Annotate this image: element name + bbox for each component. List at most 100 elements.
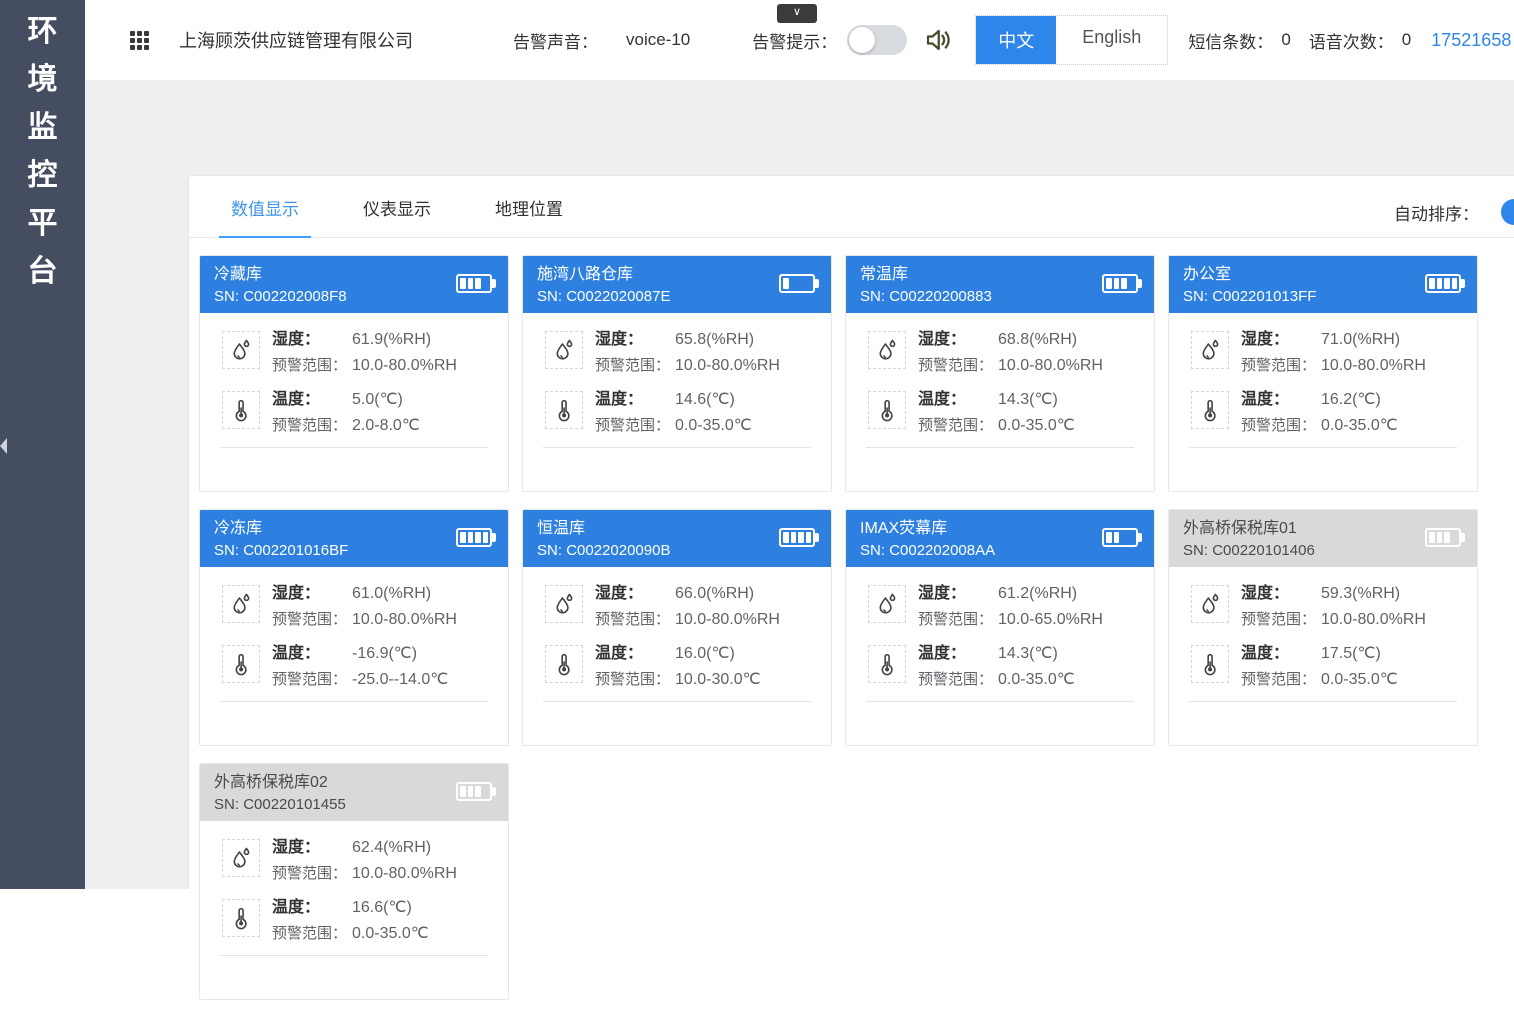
sensor-card[interactable]: IMAX荧幕库 SN: C002202008AA 湿度： 61.2(%RH) xyxy=(845,509,1155,746)
humidity-label: 湿度： xyxy=(1241,327,1321,353)
humidity-row: 湿度： 68.8(%RH) 预警范围： 10.0-80.0%RH xyxy=(846,327,1154,379)
temperature-range-label: 预警范围： xyxy=(272,413,352,439)
temperature-range-value: 0.0-35.0℃ xyxy=(675,413,821,439)
humidity-text: 湿度： 62.4(%RH) 预警范围： 10.0-80.0%RH xyxy=(272,835,508,887)
humidity-text: 湿度： 59.3(%RH) 预警范围： 10.0-80.0%RH xyxy=(1241,581,1477,633)
phone-number-link[interactable]: 17521658 xyxy=(1431,30,1511,51)
temperature-icon xyxy=(222,899,260,937)
tabs-bar: 数值显示 仪表显示 地理位置 自动排序： xyxy=(189,176,1514,238)
card-body: 湿度： 61.9(%RH) 预警范围： 10.0-80.0%RH xyxy=(200,313,508,448)
sensor-card[interactable]: 外高桥保税库02 SN: C00220101455 湿度： 62.4(%RH) xyxy=(199,763,509,1000)
tab-geo-location[interactable]: 地理位置 xyxy=(483,195,575,237)
collapse-chevron-button[interactable]: ∨ xyxy=(777,4,817,23)
sensor-card[interactable]: 常温库 SN: C00220200883 湿度： 68.8(%RH) xyxy=(845,255,1155,492)
humidity-icon xyxy=(1191,331,1229,369)
card-divider xyxy=(1189,701,1457,702)
humidity-range-value: 10.0-80.0%RH xyxy=(675,353,821,379)
humidity-text: 湿度： 61.2(%RH) 预警范围： 10.0-65.0%RH xyxy=(918,581,1154,633)
sidebar-collapse-handle[interactable] xyxy=(0,438,7,454)
humidity-label: 湿度： xyxy=(1241,581,1321,607)
voice-count-label: 语音次数： xyxy=(1309,28,1394,53)
topbar: 上海顾茨供应链管理有限公司 告警声音： voice-10 ∨ 告警提示： 中文 … xyxy=(85,0,1514,80)
temperature-range-value: 0.0-35.0℃ xyxy=(998,413,1144,439)
humidity-text: 湿度： 61.9(%RH) 预警范围： 10.0-80.0%RH xyxy=(272,327,508,379)
alarm-sound-select[interactable]: voice-10 xyxy=(626,30,690,50)
temperature-range-label: 预警范围： xyxy=(272,667,352,693)
humidity-range-label: 预警范围： xyxy=(595,353,675,379)
humidity-range-label: 预警范围： xyxy=(918,607,998,633)
sensor-card[interactable]: 冷藏库 SN: C002202008F8 湿度： 61.9(%RH) xyxy=(199,255,509,492)
sidebar-title-char: 控 xyxy=(0,160,85,192)
card-sn: SN: C0022020087E xyxy=(537,286,817,308)
tab-numeric-display[interactable]: 数值显示 xyxy=(219,195,311,237)
card-header: 冷冻库 SN: C002201016BF xyxy=(200,510,508,567)
temperature-range-value: -25.0--14.0℃ xyxy=(352,667,498,693)
temperature-row: 温度： -16.9(℃) 预警范围： -25.0--14.0℃ xyxy=(200,641,508,693)
temperature-range-value: 10.0-30.0℃ xyxy=(675,667,821,693)
card-divider xyxy=(220,701,488,702)
temperature-range-label: 预警范围： xyxy=(595,413,675,439)
language-switch: 中文 English xyxy=(975,15,1168,65)
sensor-card[interactable]: 办公室 SN: C002201013FF 湿度： 71.0(%RH) xyxy=(1168,255,1478,492)
temperature-row: 温度： 14.3(℃) 预警范围： 0.0-35.0℃ xyxy=(846,641,1154,693)
humidity-range-value: 10.0-80.0%RH xyxy=(352,353,498,379)
temperature-label: 温度： xyxy=(595,387,675,413)
temperature-range-value: 2.0-8.0℃ xyxy=(352,413,498,439)
humidity-value: 61.0(%RH) xyxy=(352,581,498,607)
apps-menu-icon[interactable] xyxy=(130,31,149,50)
temperature-range-value: 0.0-35.0℃ xyxy=(998,667,1144,693)
lang-en-button[interactable]: English xyxy=(1056,16,1167,64)
humidity-text: 湿度： 71.0(%RH) 预警范围： 10.0-80.0%RH xyxy=(1241,327,1477,379)
sensor-card[interactable]: 恒温库 SN: C0022020090B 湿度： 66.0(%RH) xyxy=(522,509,832,746)
temperature-range-value: 0.0-35.0℃ xyxy=(1321,667,1467,693)
card-header: 外高桥保税库02 SN: C00220101455 xyxy=(200,764,508,821)
card-divider xyxy=(220,955,488,956)
temperature-value: 14.3(℃) xyxy=(998,641,1144,667)
humidity-value: 59.3(%RH) xyxy=(1321,581,1467,607)
auto-sort-toggle[interactable] xyxy=(1501,199,1514,225)
temperature-range-label: 预警范围： xyxy=(918,413,998,439)
temperature-value: 16.6(℃) xyxy=(352,895,498,921)
card-header: 外高桥保税库01 SN: C00220101406 xyxy=(1169,510,1477,567)
humidity-label: 湿度： xyxy=(272,581,352,607)
sensor-card[interactable]: 施湾八路仓库 SN: C0022020087E 湿度： 65.8(%RH) xyxy=(522,255,832,492)
card-divider xyxy=(543,701,811,702)
card-divider xyxy=(866,447,1134,448)
card-sn: SN: C00220200883 xyxy=(860,286,1140,308)
humidity-range-label: 预警范围： xyxy=(1241,607,1321,633)
sensor-card[interactable]: 外高桥保税库01 SN: C00220101406 湿度： 59.3(%RH) xyxy=(1168,509,1478,746)
speaker-icon[interactable] xyxy=(923,25,953,55)
humidity-range-label: 预警范围： xyxy=(272,607,352,633)
content-panel: 数值显示 仪表显示 地理位置 自动排序： 冷藏库 SN: C002202008F… xyxy=(188,175,1514,889)
tab-gauge-display[interactable]: 仪表显示 xyxy=(351,195,443,237)
card-body: 湿度： 65.8(%RH) 预警范围： 10.0-80.0%RH xyxy=(523,313,831,448)
sms-count-label: 短信条数： xyxy=(1188,28,1273,53)
temperature-text: 温度： 14.6(℃) 预警范围： 0.0-35.0℃ xyxy=(595,387,831,439)
card-sn: SN: C002202008F8 xyxy=(214,286,494,308)
humidity-range-value: 10.0-80.0%RH xyxy=(352,607,498,633)
card-divider xyxy=(866,701,1134,702)
temperature-label: 温度： xyxy=(918,641,998,667)
humidity-value: 71.0(%RH) xyxy=(1321,327,1467,353)
temperature-range-label: 预警范围： xyxy=(1241,667,1321,693)
card-sn: SN: C00220101406 xyxy=(1183,540,1463,562)
humidity-range-value: 10.0-65.0%RH xyxy=(998,607,1144,633)
humidity-value: 62.4(%RH) xyxy=(352,835,498,861)
temperature-label: 温度： xyxy=(272,895,352,921)
sensor-card[interactable]: 冷冻库 SN: C002201016BF 湿度： 61.0(%RH) xyxy=(199,509,509,746)
temperature-row: 温度： 16.6(℃) 预警范围： 0.0-35.0℃ xyxy=(200,895,508,947)
lang-zh-button[interactable]: 中文 xyxy=(976,16,1056,64)
temperature-label: 温度： xyxy=(918,387,998,413)
temperature-icon xyxy=(1191,645,1229,683)
humidity-row: 湿度： 59.3(%RH) 预警范围： 10.0-80.0%RH xyxy=(1169,581,1477,633)
card-header: 常温库 SN: C00220200883 xyxy=(846,256,1154,313)
temperature-row: 温度： 16.2(℃) 预警范围： 0.0-35.0℃ xyxy=(1169,387,1477,439)
card-title: 冷藏库 xyxy=(214,263,494,286)
humidity-label: 湿度： xyxy=(595,581,675,607)
temperature-text: 温度： 16.6(℃) 预警范围： 0.0-35.0℃ xyxy=(272,895,508,947)
alarm-tip-toggle[interactable] xyxy=(847,25,907,55)
humidity-icon xyxy=(545,585,583,623)
humidity-row: 湿度： 66.0(%RH) 预警范围： 10.0-80.0%RH xyxy=(523,581,831,633)
humidity-value: 68.8(%RH) xyxy=(998,327,1144,353)
card-body: 湿度： 61.2(%RH) 预警范围： 10.0-65.0%RH xyxy=(846,567,1154,702)
